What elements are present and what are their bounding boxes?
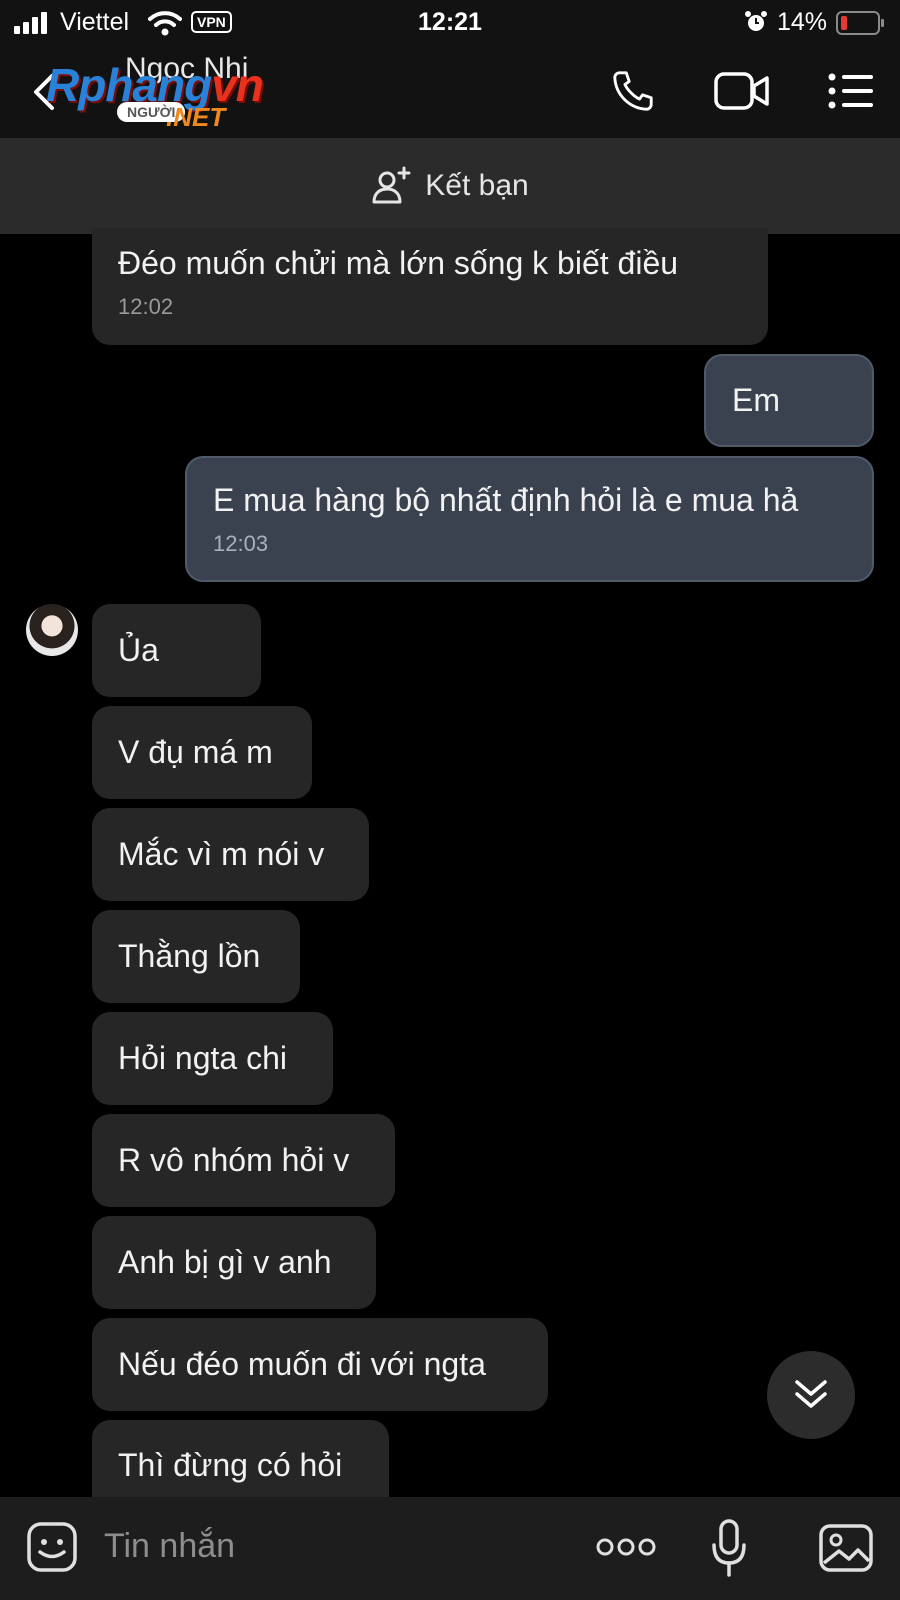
message-time: 12:03 (213, 530, 269, 556)
message-time: 12:02 (118, 294, 174, 319)
message-text: E mua hàng bộ nhất định hỏi là e mua hả (213, 481, 799, 518)
message-bubble-incoming[interactable]: Mắc vì m nói v (92, 808, 369, 901)
message-bubble-incoming[interactable]: R vô nhóm hỏi v (92, 1114, 395, 1207)
alarm-icon (745, 11, 767, 31)
message-bubble-incoming[interactable]: Hỏi ngta chi (92, 1012, 333, 1105)
message-bubble-incoming[interactable]: Thằng lồn (92, 910, 300, 1003)
message-bubble-incoming[interactable]: V đụ má m (92, 706, 312, 799)
message-bubble-incoming[interactable]: Ủa (92, 604, 261, 697)
contact-avatar[interactable] (26, 604, 78, 656)
message-bubble-incoming[interactable]: Nếu đéo muốn đi với ngta (92, 1318, 548, 1411)
message-bubble-outgoing[interactable]: Em (704, 354, 874, 447)
sticker-icon[interactable] (26, 1521, 78, 1573)
message-text: Thằng lồn (118, 938, 261, 974)
message-text: Đéo muốn chửi mà lớn sống k biết điều (118, 245, 679, 281)
message-text: Thì đừng có hỏi (118, 1447, 343, 1483)
chat-header: Ngọc Nhi Rphangvn NGƯỜI .NET (0, 46, 900, 138)
add-friend-label: Kết bạn (425, 169, 529, 202)
message-text: R vô nhóm hỏi v (118, 1142, 350, 1178)
message-bubble-incoming[interactable]: Thì đừng có hỏi (92, 1420, 389, 1497)
message-text: Ủa (118, 632, 159, 668)
battery-icon (836, 11, 884, 35)
message-text: Em (732, 382, 780, 418)
phone-call-icon[interactable] (610, 68, 656, 114)
add-friend-bar[interactable]: Kết bạn (0, 138, 900, 234)
double-chevron-down-icon (795, 1380, 827, 1408)
message-text: V đụ má m (118, 734, 273, 770)
message-bubble-incoming[interactable]: Đéo muốn chửi mà lớn sống k biết điều 12… (92, 228, 768, 345)
message-text: Mắc vì m nói v (118, 836, 325, 872)
message-text: Nếu đéo muốn đi với ngta (118, 1346, 486, 1382)
watermark-net: .NET (166, 102, 226, 132)
status-bar: Viettel VPN 12:21 14% (0, 0, 900, 46)
composer-bar: Tin nhắn (0, 1497, 900, 1600)
add-friend-icon (372, 166, 411, 204)
message-bubble-incoming[interactable]: Anh bị gì v anh (92, 1216, 376, 1309)
microphone-icon[interactable] (711, 1519, 747, 1579)
scroll-to-bottom-button[interactable] (767, 1351, 855, 1439)
message-bubble-outgoing[interactable]: E mua hàng bộ nhất định hỏi là e mua hả … (185, 456, 874, 582)
battery-percent: 14% (777, 8, 828, 36)
video-call-icon[interactable] (713, 70, 771, 112)
more-options-icon[interactable] (596, 1537, 656, 1557)
message-text: Anh bị gì v anh (118, 1244, 332, 1280)
menu-list-icon[interactable] (828, 72, 874, 110)
image-gallery-icon[interactable] (818, 1523, 874, 1573)
message-text: Hỏi ngta chi (118, 1040, 287, 1076)
message-input[interactable]: Tin nhắn (104, 1527, 235, 1566)
